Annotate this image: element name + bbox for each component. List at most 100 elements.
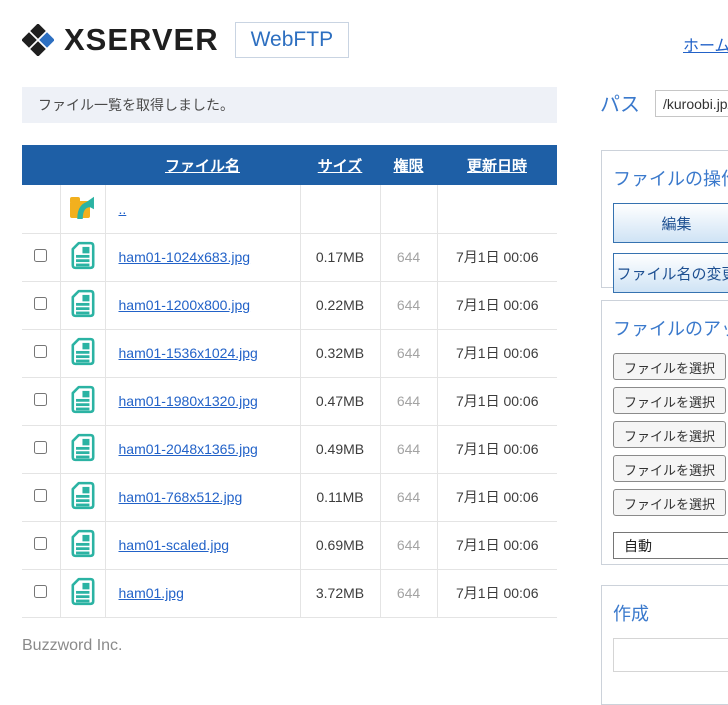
row-checkbox[interactable] bbox=[34, 489, 47, 502]
file-document-icon bbox=[70, 385, 96, 414]
file-operations-title: ファイルの操作 bbox=[613, 165, 728, 191]
brand-name: XSERVER bbox=[64, 22, 219, 58]
file-document-icon bbox=[70, 481, 96, 510]
file-document-icon bbox=[70, 529, 96, 558]
file-size: 0.22MB bbox=[300, 281, 380, 329]
row-checkbox[interactable] bbox=[34, 585, 47, 598]
file-row: ham01-1024x683.jpg 0.17MB 644 7月1日 00:06 bbox=[22, 233, 557, 281]
file-row: ham01-1536x1024.jpg 0.32MB 644 7月1日 00:0… bbox=[22, 329, 557, 377]
row-checkbox[interactable] bbox=[34, 297, 47, 310]
file-row: ham01-768x512.jpg 0.11MB 644 7月1日 00:06 bbox=[22, 473, 557, 521]
file-link[interactable]: ham01-1980x1320.jpg bbox=[119, 393, 258, 409]
file-size: 3.72MB bbox=[300, 569, 380, 617]
row-checkbox[interactable] bbox=[34, 537, 47, 550]
file-select-button-5[interactable]: ファイルを選択 bbox=[613, 489, 726, 516]
file-modified: 7月1日 00:06 bbox=[437, 425, 557, 473]
file-permission: 644 bbox=[380, 233, 437, 281]
file-modified: 7月1日 00:06 bbox=[437, 329, 557, 377]
file-row: ham01-scaled.jpg 0.69MB 644 7月1日 00:06 bbox=[22, 521, 557, 569]
parent-directory-row: .. bbox=[22, 185, 557, 233]
file-link[interactable]: ham01-768x512.jpg bbox=[119, 489, 243, 505]
file-size: 0.69MB bbox=[300, 521, 380, 569]
footer-company: Buzzword Inc. bbox=[22, 637, 122, 655]
empty-cell bbox=[437, 185, 557, 233]
column-modified: 更新日時 bbox=[437, 145, 557, 185]
file-document-icon bbox=[70, 337, 96, 366]
sort-permission-link[interactable]: 権限 bbox=[393, 158, 423, 175]
notice-bar: ファイル一覧を取得しました。 bbox=[22, 87, 557, 123]
file-permission: 644 bbox=[380, 569, 437, 617]
xserver-logo-icon bbox=[22, 24, 54, 56]
file-modified: 7月1日 00:06 bbox=[437, 569, 557, 617]
file-document-icon bbox=[70, 241, 96, 270]
file-link[interactable]: ham01-scaled.jpg bbox=[119, 537, 230, 553]
file-permission: 644 bbox=[380, 281, 437, 329]
file-operations-panel: ファイルの操作 編集 ファイル名の変更 bbox=[601, 150, 728, 288]
file-document-icon bbox=[70, 289, 96, 318]
file-document-icon bbox=[70, 577, 96, 606]
create-title: 作成 bbox=[613, 600, 728, 626]
file-table: ファイル名 サイズ 権限 更新日時 .. bbox=[22, 145, 557, 618]
file-row: ham01.jpg 3.72MB 644 7月1日 00:06 bbox=[22, 569, 557, 617]
file-table-body: .. ham01-1024x683.jpg 0.17MB 644 7月1日 00… bbox=[22, 185, 557, 617]
file-permission: 644 bbox=[380, 377, 437, 425]
file-select-button-3[interactable]: ファイルを選択 bbox=[613, 421, 726, 448]
sort-filename-link[interactable]: ファイル名 bbox=[165, 158, 240, 175]
sort-modified-link[interactable]: 更新日時 bbox=[467, 158, 527, 175]
file-link[interactable]: ham01-1200x800.jpg bbox=[119, 297, 251, 313]
header-checkbox-spacer bbox=[22, 145, 60, 185]
column-permission: 権限 bbox=[380, 145, 437, 185]
file-select-button-1[interactable]: ファイルを選択 bbox=[613, 353, 726, 380]
file-select-button-2[interactable]: ファイルを選択 bbox=[613, 387, 726, 414]
file-row: ham01-1200x800.jpg 0.22MB 644 7月1日 00:06 bbox=[22, 281, 557, 329]
row-checkbox[interactable] bbox=[34, 441, 47, 454]
sort-size-link[interactable]: サイズ bbox=[318, 158, 363, 175]
file-size: 0.17MB bbox=[300, 233, 380, 281]
file-size: 0.11MB bbox=[300, 473, 380, 521]
column-filename: ファイル名 bbox=[105, 145, 300, 185]
upload-panel: ファイルのアップロード ファイルを選択 ファイルを選択 ファイルを選択 ファイル… bbox=[601, 300, 728, 565]
file-permission: 644 bbox=[380, 521, 437, 569]
header-icon-spacer bbox=[60, 145, 105, 185]
file-link[interactable]: ham01.jpg bbox=[119, 585, 184, 601]
file-modified: 7月1日 00:06 bbox=[437, 521, 557, 569]
parent-directory-link[interactable]: .. bbox=[119, 201, 127, 217]
file-modified: 7月1日 00:06 bbox=[437, 377, 557, 425]
file-size: 0.32MB bbox=[300, 329, 380, 377]
file-link[interactable]: ham01-1024x683.jpg bbox=[119, 249, 251, 265]
file-modified: 7月1日 00:06 bbox=[437, 473, 557, 521]
webftp-badge: WebFTP bbox=[235, 22, 349, 58]
app-header: XSERVER WebFTP bbox=[22, 22, 349, 58]
edit-button[interactable]: 編集 bbox=[613, 203, 728, 243]
file-modified: 7月1日 00:06 bbox=[437, 281, 557, 329]
file-select-button-4[interactable]: ファイルを選択 bbox=[613, 455, 726, 482]
row-checkbox[interactable] bbox=[34, 249, 47, 262]
empty-cell bbox=[300, 185, 380, 233]
file-document-icon bbox=[70, 433, 96, 462]
file-size: 0.47MB bbox=[300, 377, 380, 425]
path-label: パス bbox=[600, 88, 640, 117]
table-header-row: ファイル名 サイズ 権限 更新日時 bbox=[22, 145, 557, 185]
create-name-input[interactable] bbox=[613, 638, 728, 672]
home-link[interactable]: ホーム bbox=[683, 32, 728, 56]
file-size: 0.49MB bbox=[300, 425, 380, 473]
create-panel: 作成 bbox=[601, 585, 728, 705]
row-checkbox[interactable] bbox=[34, 393, 47, 406]
column-size: サイズ bbox=[300, 145, 380, 185]
file-permission: 644 bbox=[380, 329, 437, 377]
file-link[interactable]: ham01-1536x1024.jpg bbox=[119, 345, 258, 361]
encoding-select[interactable]: 自動 bbox=[613, 532, 728, 559]
empty-cell bbox=[22, 185, 60, 233]
file-link[interactable]: ham01-2048x1365.jpg bbox=[119, 441, 258, 457]
folder-up-icon bbox=[68, 194, 98, 221]
path-input[interactable] bbox=[655, 90, 728, 117]
row-checkbox[interactable] bbox=[34, 345, 47, 358]
file-permission: 644 bbox=[380, 425, 437, 473]
rename-button[interactable]: ファイル名の変更 bbox=[613, 253, 728, 293]
upload-title: ファイルのアップロード bbox=[613, 315, 728, 341]
file-modified: 7月1日 00:06 bbox=[437, 233, 557, 281]
file-permission: 644 bbox=[380, 473, 437, 521]
file-row: ham01-1980x1320.jpg 0.47MB 644 7月1日 00:0… bbox=[22, 377, 557, 425]
empty-cell bbox=[380, 185, 437, 233]
file-row: ham01-2048x1365.jpg 0.49MB 644 7月1日 00:0… bbox=[22, 425, 557, 473]
